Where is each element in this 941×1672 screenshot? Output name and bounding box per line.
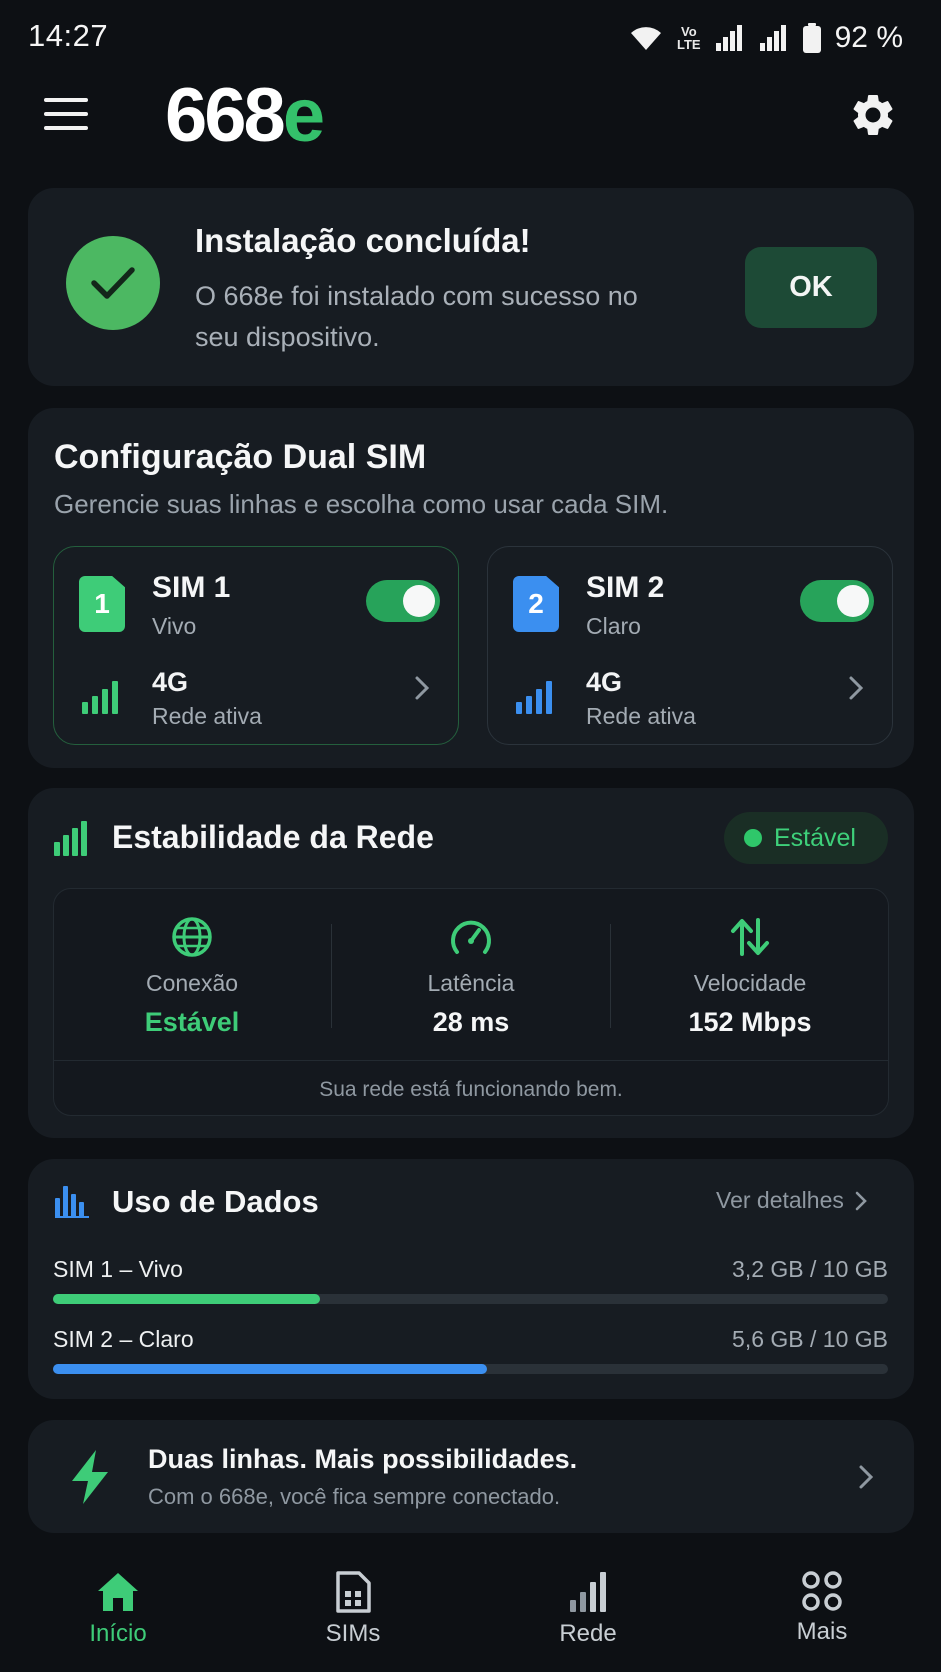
see-details-link[interactable]: Ver detalhes	[716, 1187, 868, 1214]
sim-1-carrier: Vivo	[152, 613, 197, 639]
stability-title: Estabilidade da Rede	[112, 819, 434, 855]
stability-footer: Sua rede está funcionando bem.	[319, 1078, 623, 1101]
signal-icon	[570, 1572, 606, 1612]
sim-card-icon	[336, 1571, 371, 1613]
volte-indicator: Vo LTE	[677, 24, 701, 52]
sim-1-badge-icon: 1	[79, 576, 125, 632]
up-down-arrows-icon	[731, 918, 769, 956]
sim-2-carrier: Claro	[586, 613, 641, 639]
metric-connection: Conexão Estável	[53, 916, 331, 1038]
battery-percentage: 92 %	[834, 21, 903, 54]
usage-sim2-progress	[53, 1364, 888, 1374]
sim-1-toggle[interactable]	[366, 580, 440, 622]
signal-bars-icon	[82, 681, 118, 714]
usage-sim1-progress	[53, 1294, 888, 1304]
promo-subtitle: Com o 668e, você fica sempre conectado.	[148, 1484, 561, 1509]
check-circle-icon	[66, 236, 160, 330]
signal-strength-icon-2	[759, 25, 786, 51]
install-message: O 668e foi instalado com sucesso no seu …	[195, 281, 638, 352]
metric-latency: Latência 28 ms	[332, 916, 610, 1038]
usage-sim1-value: 3,2 GB / 10 GB	[732, 1256, 888, 1282]
gear-icon[interactable]	[848, 90, 898, 140]
chevron-right-icon	[859, 1465, 874, 1489]
home-icon	[98, 1573, 138, 1611]
usage-sim2-value: 5,6 GB / 10 GB	[732, 1326, 888, 1352]
data-usage-title: Uso de Dados	[112, 1184, 319, 1219]
sim-2-toggle[interactable]	[800, 580, 874, 622]
dual-sim-subtitle: Gerencie suas linhas e escolha como usar…	[54, 489, 669, 519]
ok-button[interactable]: OK	[745, 247, 877, 328]
usage-sim2-label: SIM 2 – Claro	[53, 1326, 194, 1352]
signal-bars-icon	[54, 821, 87, 856]
signal-strength-icon	[715, 25, 742, 51]
nav-network[interactable]: Rede	[508, 1570, 668, 1648]
app-logo: 668e	[165, 73, 325, 158]
usage-sim1-label: SIM 1 – Vivo	[53, 1256, 183, 1282]
sim-card-1[interactable]: 1 SIM 1 Vivo 4G Rede ativa	[53, 546, 459, 745]
promo-title: Duas linhas. Mais possibilidades.	[148, 1444, 578, 1474]
lightning-icon	[72, 1450, 108, 1504]
sim-1-network: 4G	[152, 667, 189, 697]
nav-home[interactable]: Início	[38, 1570, 198, 1648]
globe-icon	[172, 917, 212, 957]
status-icons: Vo LTE 92 %	[629, 18, 903, 58]
menu-icon[interactable]	[44, 98, 90, 132]
sim-2-badge-icon: 2	[513, 576, 559, 632]
battery-icon	[802, 23, 821, 53]
sim-1-network-status: Rede ativa	[152, 703, 262, 729]
dual-sim-title: Configuração Dual SIM	[54, 438, 427, 476]
wifi-icon	[631, 27, 662, 50]
bar-chart-icon	[55, 1186, 89, 1218]
sim-1-name: SIM 1	[152, 571, 231, 604]
metric-speed: Velocidade 152 Mbps	[611, 916, 889, 1038]
sim-2-name: SIM 2	[586, 571, 665, 604]
nav-more[interactable]: Mais	[742, 1570, 902, 1646]
chevron-right-icon	[415, 676, 430, 700]
sim-2-network-status: Rede ativa	[586, 703, 696, 729]
chevron-right-icon	[855, 1191, 867, 1210]
signal-bars-icon	[516, 681, 552, 714]
nav-sims[interactable]: SIMs	[273, 1570, 433, 1648]
chevron-right-icon	[849, 676, 864, 700]
sim-card-2[interactable]: 2 SIM 2 Claro 4G Rede ativa	[487, 546, 893, 745]
status-time: 14:27	[28, 18, 109, 53]
grid-icon	[802, 1571, 842, 1611]
sim-2-network: 4G	[586, 667, 623, 697]
install-title: Instalação concluída!	[195, 222, 531, 259]
promo-banner[interactable]	[28, 1420, 914, 1533]
stability-status-badge: Estável	[724, 812, 888, 864]
speedometer-icon	[451, 920, 491, 954]
status-dot-icon	[744, 829, 762, 847]
